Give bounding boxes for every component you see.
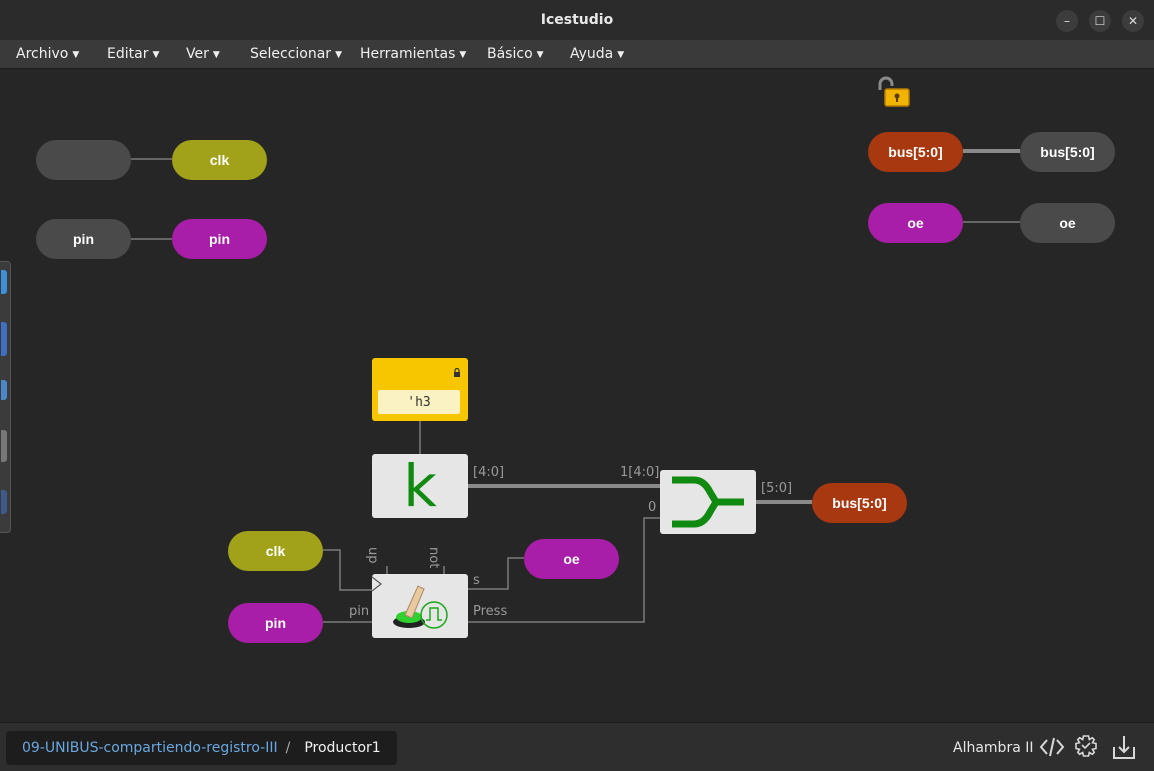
- oe-output[interactable]: oe: [524, 539, 619, 579]
- caret-down-icon: ▼: [72, 50, 80, 60]
- breadcrumb: 09-UNIBUS-compartiendo-registro-III / Pr…: [6, 731, 397, 765]
- pin-input[interactable]: pin: [228, 603, 323, 643]
- join-output-label: [5:0]: [761, 481, 793, 496]
- bus-input-pin[interactable]: bus[5:0]: [868, 132, 963, 172]
- board-selector[interactable]: Alhambra II: [953, 740, 1034, 756]
- button-up-param-label: up: [365, 547, 380, 564]
- bus-output-pin[interactable]: bus[5:0]: [1020, 132, 1115, 172]
- pin-output-pin[interactable]: pin: [172, 219, 267, 259]
- breadcrumb-parent[interactable]: 09-UNIBUS-compartiendo-registro-III: [22, 740, 278, 756]
- k-output-label: [4:0]: [473, 465, 505, 480]
- button-not-param-label: not: [426, 547, 441, 569]
- breadcrumb-current: Productor1: [304, 740, 381, 756]
- menu-basico[interactable]: Básico ▼: [487, 46, 544, 62]
- lock-icon: [454, 368, 460, 377]
- join-input-hi-label: 1[4:0]: [620, 465, 660, 480]
- title-bar: Icestudio – ☐ ✕: [0, 0, 1154, 41]
- join-input-lo-label: 0: [648, 500, 657, 515]
- side-tab-blue-2[interactable]: [1, 322, 7, 356]
- build-gear-icon[interactable]: [1072, 733, 1100, 761]
- close-button[interactable]: ✕: [1122, 10, 1144, 32]
- caret-down-icon: ▼: [617, 50, 625, 60]
- menu-ver[interactable]: Ver ▼: [186, 46, 220, 62]
- caret-down-icon: ▼: [152, 50, 160, 60]
- maximize-button[interactable]: ☐: [1089, 10, 1111, 32]
- pin-input-pin[interactable]: pin: [36, 219, 131, 259]
- side-panel-handle[interactable]: [0, 261, 11, 533]
- push-button-icon: [372, 576, 448, 629]
- caret-down-icon: ▼: [335, 50, 342, 60]
- oe-input-pin[interactable]: oe: [868, 203, 963, 243]
- caret-down-icon: ▼: [459, 50, 467, 60]
- menu-ayuda[interactable]: Ayuda ▼: [570, 46, 624, 62]
- clk-output-pin[interactable]: clk: [172, 140, 267, 180]
- caret-down-icon: ▼: [536, 50, 544, 60]
- breadcrumb-separator: /: [285, 740, 291, 756]
- window-title: Icestudio: [540, 12, 614, 28]
- clk-input[interactable]: clk: [228, 531, 323, 571]
- bus-join-icon: [672, 476, 744, 528]
- unlock-icon[interactable]: [876, 76, 912, 108]
- k-block[interactable]: k: [372, 454, 468, 518]
- circuit-canvas[interactable]: clk pin pin bus[5:0] bus[5:0] oe oe 'h3 …: [0, 69, 1154, 722]
- button-s-label: s: [473, 573, 480, 588]
- menu-seleccionar[interactable]: Seleccionar ▼: [250, 46, 342, 62]
- bus-output[interactable]: bus[5:0]: [812, 483, 907, 523]
- k-glyph: k: [403, 452, 437, 520]
- menu-herramientas[interactable]: Herramientas ▼: [360, 46, 466, 62]
- menu-editar[interactable]: Editar ▼: [107, 46, 159, 62]
- minimize-button[interactable]: –: [1056, 10, 1078, 32]
- side-tab-blue-1[interactable]: [1, 270, 7, 294]
- app-window: Icestudio – ☐ ✕ Archivo ▼ Editar ▼ Ver ▼ Se…: [0, 0, 1154, 771]
- clk-input-pin[interactable]: [36, 140, 131, 180]
- button-press-label: Press: [473, 604, 508, 619]
- code-icon[interactable]: [1038, 733, 1066, 761]
- status-footer: 09-UNIBUS-compartiendo-registro-III / Pr…: [0, 722, 1154, 771]
- constant-block[interactable]: 'h3: [372, 358, 468, 421]
- caret-down-icon: ▼: [212, 50, 220, 60]
- menu-archivo[interactable]: Archivo ▼: [16, 46, 79, 62]
- side-tab-gray[interactable]: [1, 430, 7, 462]
- oe-output-pin[interactable]: oe: [1020, 203, 1115, 243]
- button-pin-label: pin: [349, 604, 370, 619]
- side-tab-blue-3[interactable]: [1, 380, 7, 400]
- upload-download-icon[interactable]: [1110, 733, 1138, 761]
- constant-value[interactable]: 'h3: [378, 390, 460, 414]
- button-block[interactable]: [372, 574, 468, 638]
- bus-join-block[interactable]: [660, 470, 756, 534]
- menu-bar: Archivo ▼ Editar ▼ Ver ▼ Seleccionar ▼ Herra…: [0, 40, 1154, 69]
- side-tab-blue-4[interactable]: [1, 490, 7, 514]
